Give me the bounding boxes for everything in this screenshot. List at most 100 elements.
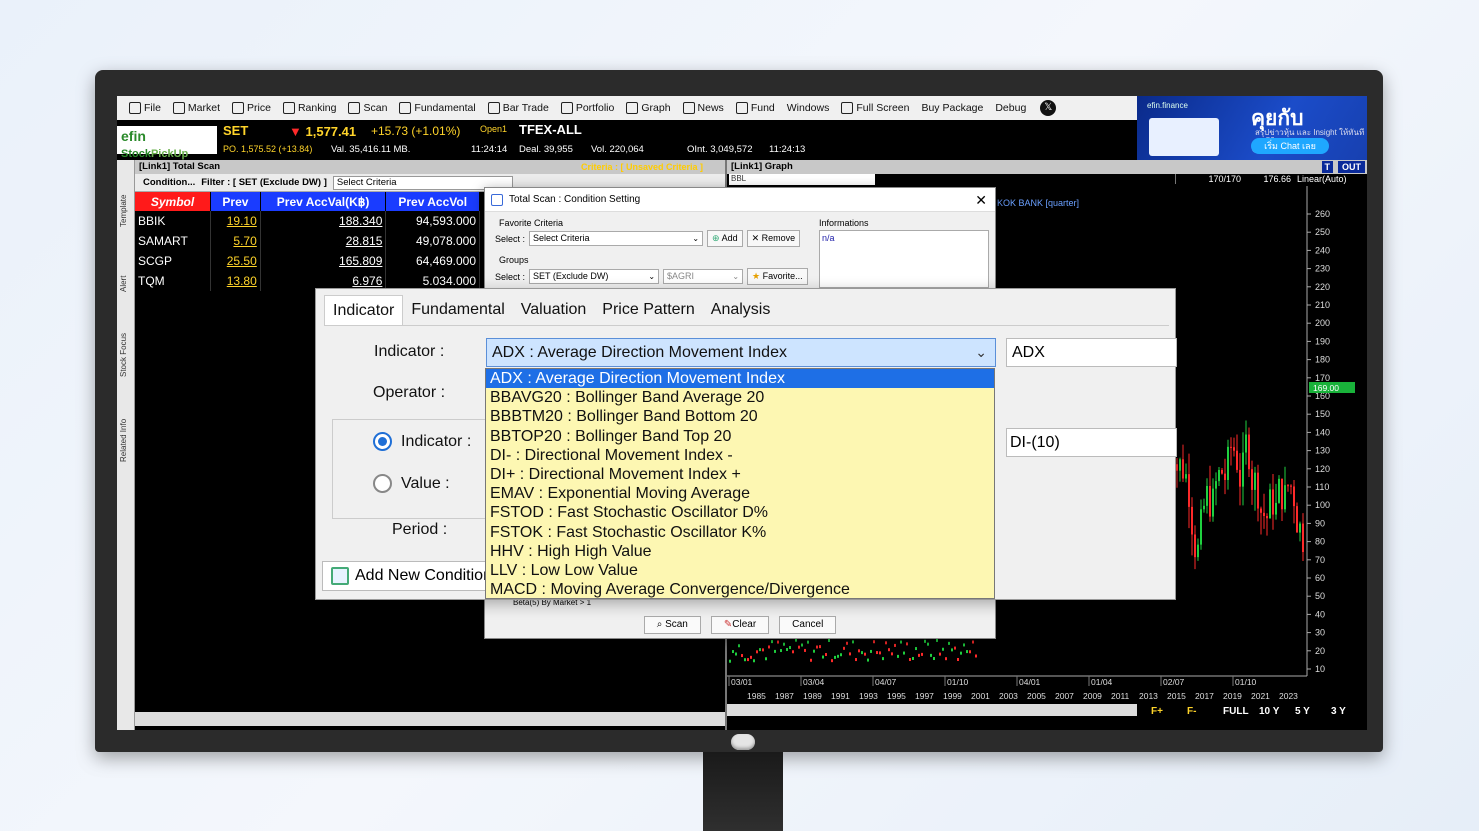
indicator-option[interactable]: EMAV : Exponential Moving Average: [486, 484, 994, 503]
menu-item-full-screen[interactable]: Full Screen: [835, 97, 915, 119]
indicator-option[interactable]: BBAVG20 : Bollinger Band Average 20: [486, 388, 994, 407]
set-index-label[interactable]: SET: [223, 123, 248, 138]
group-select[interactable]: SET (Exclude DW) ⌄: [529, 269, 660, 284]
col-prev-accvol[interactable]: Prev AccVol: [385, 192, 480, 211]
side-tab-alert[interactable]: Alert: [119, 270, 133, 298]
menu-item-scan[interactable]: Scan: [342, 97, 393, 119]
clear-button[interactable]: ✎Clear: [710, 616, 770, 634]
tab-valuation[interactable]: Valuation: [513, 295, 595, 325]
tab-indicator[interactable]: Indicator: [324, 295, 404, 325]
tfex-deal: Deal. 39,955: [519, 144, 573, 155]
indicator-option[interactable]: LLV : Low Low Value: [486, 561, 994, 580]
x-social-icon[interactable]: 𝕏: [1040, 100, 1057, 116]
range-button-full[interactable]: FULL: [1223, 706, 1249, 717]
candle-body: [1239, 469, 1241, 487]
y-tick-label: 200: [1315, 318, 1330, 328]
side-tab-stock-focus[interactable]: Stock Focus: [119, 325, 133, 385]
table-row[interactable]: SAMART 5.70 28.815 49,078.000: [135, 231, 480, 251]
tab-fundamental[interactable]: Fundamental: [403, 295, 512, 325]
value-radio[interactable]: [373, 474, 392, 493]
add-new-condition-button[interactable]: Add New Condition: [322, 561, 488, 591]
menu-item-price[interactable]: Price: [226, 97, 277, 119]
table-row[interactable]: SCGP 25.50 165.809 64,469.000: [135, 251, 480, 271]
informations-label: Informations: [819, 218, 869, 228]
menu-item-debug[interactable]: Debug: [989, 97, 1032, 119]
compare-indicator-field[interactable]: DI-(10): [1006, 428, 1177, 457]
graph-scale-mode[interactable]: Linear(Auto): [1297, 174, 1367, 184]
indicator-option[interactable]: HHV : High High Value: [486, 542, 994, 561]
indicator-option[interactable]: BBTOP20 : Bollinger Band Top 20: [486, 427, 994, 446]
indicator-option[interactable]: DI- : Directional Movement Index -: [486, 446, 994, 465]
side-tab-related-info[interactable]: Related Info: [119, 410, 133, 470]
candle-body: [729, 659, 731, 663]
menu-item-bar-trade[interactable]: Bar Trade: [482, 97, 555, 119]
chevron-down-icon: ⌄: [732, 272, 740, 281]
candle-body: [1281, 478, 1283, 510]
candle-body: [879, 651, 881, 655]
menu-item-file[interactable]: File: [123, 97, 167, 119]
market-session: Open1: [480, 124, 508, 134]
indicator-option[interactable]: ADX : Average Direction Movement Index: [486, 369, 994, 389]
range-button-10y[interactable]: 10 Y: [1259, 706, 1280, 717]
table-row[interactable]: BBIK 19.10 188.340 94,593.000: [135, 211, 480, 231]
subgroup-select[interactable]: $AGRI ⌄: [663, 269, 744, 284]
chat-now-button[interactable]: เริ่ม Chat เลย: [1251, 138, 1329, 154]
favorite-criteria-label: Favorite Criteria: [499, 218, 564, 228]
add-criteria-button[interactable]: ⊕ Add: [707, 230, 743, 247]
graph-symbol-select[interactable]: BBL: [729, 174, 875, 185]
indicator-option[interactable]: BBBTM20 : Bollinger Band Bottom 20: [486, 407, 994, 426]
menu-item-fund[interactable]: Fund: [730, 97, 781, 119]
cancel-button[interactable]: Cancel: [779, 616, 837, 634]
scan-icon: [348, 102, 361, 114]
indicator-radio[interactable]: [373, 432, 392, 451]
y-tick-label: 190: [1315, 336, 1330, 346]
menu-item-news[interactable]: News: [677, 97, 730, 119]
indicator-option[interactable]: DI+ : Directional Movement Index +: [486, 465, 994, 484]
range-button-f[interactable]: F-: [1187, 706, 1196, 717]
graph-out-button[interactable]: OUT: [1338, 161, 1365, 173]
favorite-button[interactable]: ★ Favorite...: [747, 268, 808, 285]
indicator-option[interactable]: FSTOD : Fast Stochastic Oscillator D%: [486, 503, 994, 522]
tfex-label[interactable]: TFEX-ALL: [519, 122, 582, 137]
col-prev-accval[interactable]: Prev AccVal(K฿): [260, 192, 387, 211]
menu-item-ranking[interactable]: Ranking: [277, 97, 343, 119]
indicator-select-value: ADX : Average Direction Movement Index: [492, 344, 787, 361]
favorite-criteria-select[interactable]: Select Criteria ⌄: [529, 231, 704, 246]
menu-item-fundamental[interactable]: Fundamental: [393, 97, 481, 119]
close-icon[interactable]: ✕: [975, 188, 987, 212]
menu-item-buy-package[interactable]: Buy Package: [915, 97, 989, 119]
menu-item-portfolio[interactable]: Portfolio: [555, 97, 621, 119]
symbol-cell[interactable]: SAMART: [135, 231, 212, 251]
menu-item-graph[interactable]: Graph: [620, 97, 676, 119]
range-button-5y[interactable]: 5 Y: [1295, 706, 1310, 717]
indicator-select[interactable]: ADX : Average Direction Movement Index ⌄: [486, 338, 996, 367]
col-prev[interactable]: Prev: [210, 192, 261, 211]
symbol-cell[interactable]: BBIK: [135, 211, 212, 231]
tab-price-pattern[interactable]: Price Pattern: [594, 295, 702, 325]
range-button-f[interactable]: F+: [1151, 706, 1163, 717]
menu-item-market[interactable]: Market: [167, 97, 226, 119]
condition-button[interactable]: Condition...: [143, 177, 195, 188]
scan-horizontal-scrollbar[interactable]: [135, 712, 725, 726]
efinai-banner[interactable]: efin.finance คุยกับ efinAI สรุปข่าวหุ้น …: [1137, 96, 1367, 160]
graph-t-button[interactable]: T: [1321, 161, 1333, 173]
filter-label[interactable]: Filter : [ SET (Exclude DW) ]: [201, 177, 327, 188]
col-symbol[interactable]: Symbol: [135, 192, 212, 211]
remove-criteria-button[interactable]: ✕ Remove: [746, 230, 801, 247]
candle-body: [1272, 489, 1274, 515]
indicator-code-field[interactable]: ADX: [1006, 338, 1177, 367]
indicator-option[interactable]: FSTOK : Fast Stochastic Oscillator K%: [486, 523, 994, 542]
range-button-3y[interactable]: 3 Y: [1331, 706, 1346, 717]
candle-body: [804, 648, 806, 652]
date-label: 03/04: [803, 677, 825, 687]
menu-item-windows[interactable]: Windows: [781, 97, 836, 119]
symbol-cell[interactable]: TQM: [135, 271, 212, 291]
symbol-cell[interactable]: SCGP: [135, 251, 212, 271]
accvol-cell: 64,469.000: [385, 251, 480, 271]
scan-button[interactable]: ⌕ Scan: [643, 616, 701, 634]
tab-analysis[interactable]: Analysis: [703, 295, 779, 325]
candle-body: [1248, 434, 1250, 470]
indicator-option[interactable]: MACD : Moving Average Convergence/Diverg…: [486, 580, 994, 598]
side-tab-template[interactable]: Template: [119, 186, 133, 236]
date-label: 01/10: [1235, 677, 1257, 687]
